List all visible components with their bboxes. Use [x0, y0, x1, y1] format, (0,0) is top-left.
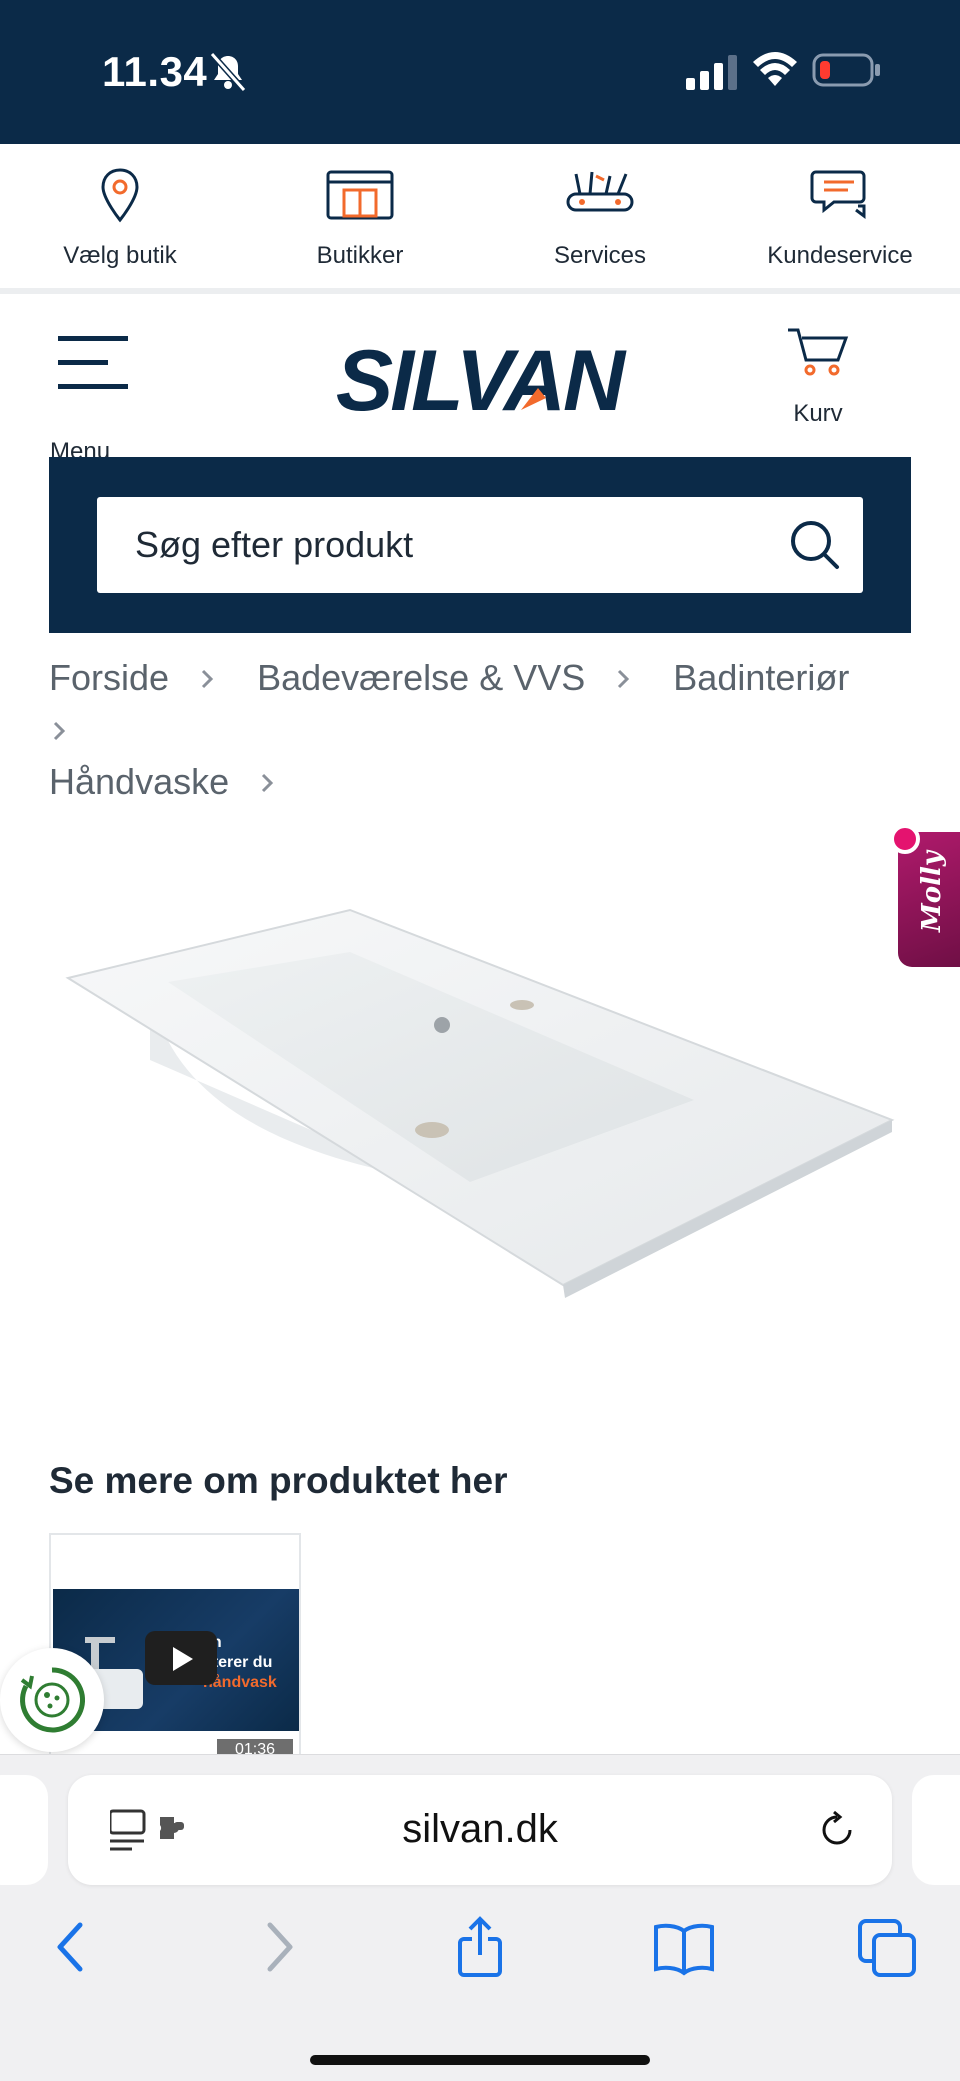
- breadcrumb-item-home[interactable]: Forside: [49, 652, 169, 704]
- play-icon: [173, 1647, 193, 1671]
- video-text-line1: an: [203, 1633, 299, 1653]
- forward-icon[interactable]: [246, 1915, 310, 1979]
- nav-stores-label: Butikker: [316, 242, 404, 269]
- share-icon[interactable]: [448, 1915, 512, 1979]
- search-input[interactable]: [135, 497, 735, 593]
- chevron-right-icon: [202, 669, 214, 689]
- breadcrumb-item-bath-interior[interactable]: Badinteriør: [673, 652, 849, 704]
- reload-icon[interactable]: [816, 1809, 858, 1851]
- menu-button[interactable]: Menu: [46, 328, 136, 465]
- notification-dot: [890, 824, 920, 854]
- molly-label: Molly: [917, 851, 947, 932]
- wifi-icon: [753, 52, 797, 86]
- svg-text:SILVAN: SILVAN: [336, 340, 627, 420]
- address-bar[interactable]: silvan.dk: [68, 1775, 892, 1885]
- search-band: [49, 457, 911, 633]
- video-text-line2: nterer du: [203, 1654, 273, 1671]
- location-pin-icon: [101, 168, 139, 223]
- chevron-right-icon: [262, 773, 274, 793]
- nav-stores[interactable]: Butikker: [240, 144, 480, 290]
- breadcrumb: Forside Badeværelse & VVS Badinteriør Hå…: [49, 652, 919, 808]
- home-indicator[interactable]: [310, 2055, 650, 2065]
- shopping-cart-icon: [788, 328, 849, 376]
- url-text: silvan.dk: [402, 1807, 558, 1851]
- muted-bell-icon: [209, 52, 247, 92]
- store-icon: [326, 170, 394, 220]
- cart-label: Kurv: [793, 400, 843, 427]
- nav-customer-service[interactable]: Kundeservice: [720, 144, 960, 290]
- status-time: 11.34: [102, 48, 208, 95]
- nav-services[interactable]: Services: [480, 144, 720, 290]
- hamburger-icon: [58, 336, 128, 389]
- status-bar: 11.34: [0, 0, 960, 144]
- chevron-right-icon: [618, 669, 630, 689]
- cookie-consent-button[interactable]: [0, 1648, 104, 1752]
- tools-icon: [566, 171, 634, 212]
- nav-choose-store-label: Vælg butik: [63, 242, 177, 269]
- back-icon[interactable]: [40, 1915, 104, 1979]
- chevron-right-icon: [53, 721, 66, 741]
- video-thumbnail-text: an nterer du håndvask: [203, 1633, 299, 1693]
- bookmarks-icon[interactable]: [652, 1915, 716, 1979]
- browser-bottom-bar: silvan.dk: [0, 1754, 960, 2081]
- play-button[interactable]: [145, 1631, 217, 1685]
- tabs-icon[interactable]: [856, 1915, 920, 1979]
- breadcrumb-item-washbasins[interactable]: Håndvaske: [49, 756, 229, 808]
- video-text-line3: håndvask: [203, 1674, 277, 1691]
- cart-button[interactable]: Kurv: [776, 322, 860, 432]
- nav-choose-store[interactable]: Vælg butik: [0, 144, 240, 290]
- utility-nav: Vælg butik Butikker Services Kundeservic…: [0, 144, 960, 294]
- nav-services-label: Services: [553, 242, 647, 269]
- search-box[interactable]: [97, 497, 863, 593]
- site-header: Menu SILVAN Kurv: [0, 300, 960, 465]
- product-image-washbasin[interactable]: [50, 860, 910, 1320]
- nav-customer-service-label: Kundeservice: [767, 242, 913, 269]
- battery-low-icon: [812, 53, 880, 87]
- video-section-title: Se mere om produktet her: [49, 1460, 508, 1501]
- next-tab-peek[interactable]: [912, 1775, 960, 1885]
- cellular-signal-icon: [686, 55, 737, 90]
- breadcrumb-item-bathroom[interactable]: Badeværelse & VVS: [257, 652, 585, 704]
- search-icon[interactable]: [789, 519, 841, 571]
- chat-bubbles-icon: [810, 170, 866, 219]
- silvan-logo[interactable]: SILVAN: [316, 340, 642, 420]
- previous-tab-peek[interactable]: [0, 1775, 48, 1885]
- cookie-icon: [20, 1667, 85, 1733]
